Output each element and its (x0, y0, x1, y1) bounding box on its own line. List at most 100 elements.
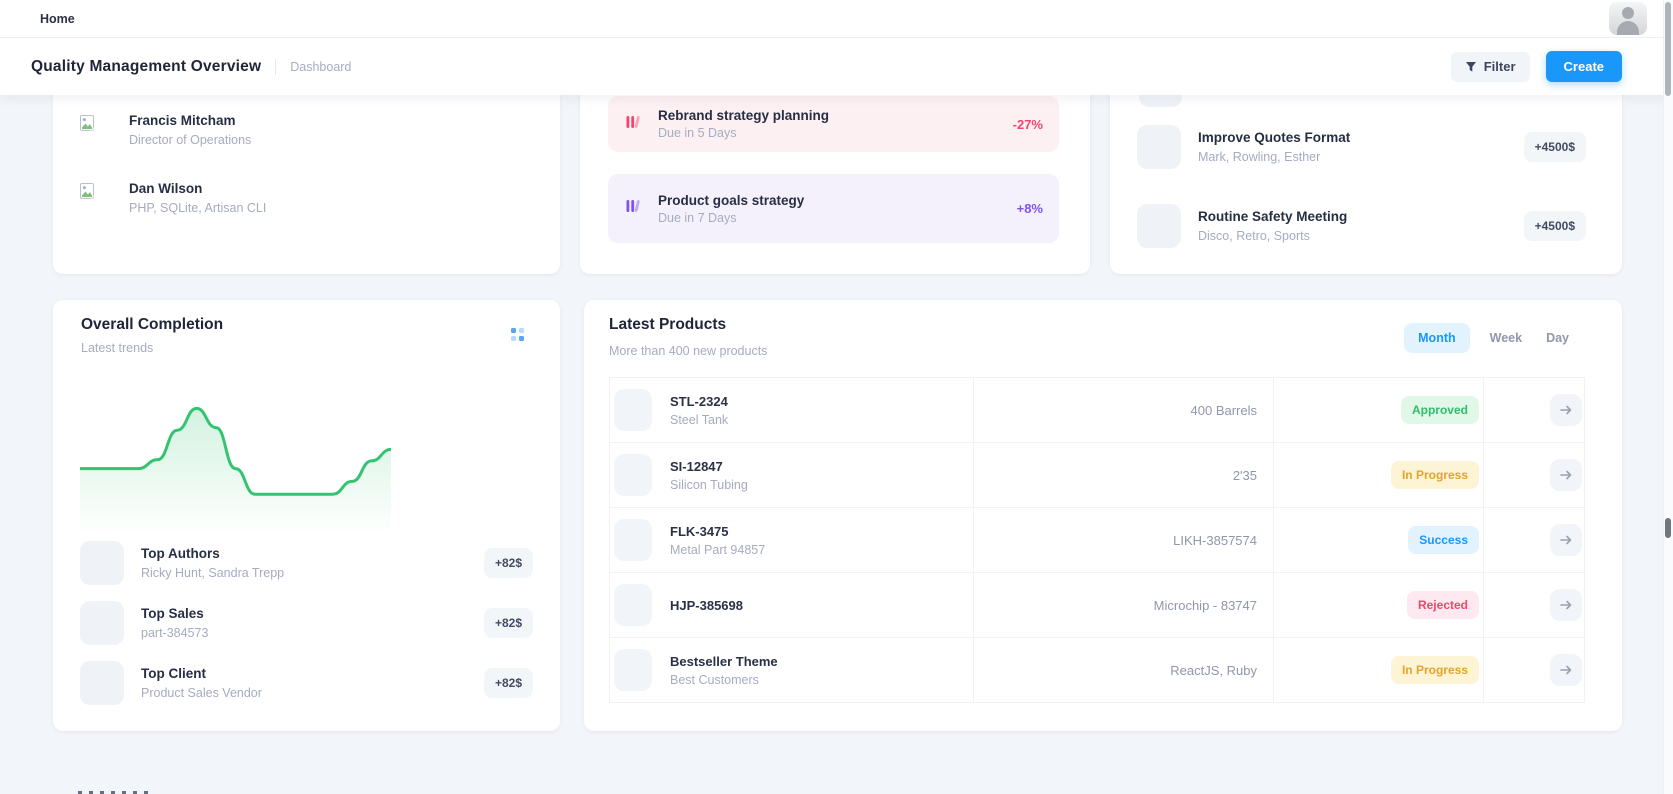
meeting-title: Routine Safety Meeting (1198, 209, 1348, 224)
status-badge: Rejected (1406, 591, 1479, 619)
arrow-right-icon (1560, 470, 1572, 480)
status-badge: In Progress (1390, 656, 1479, 684)
task-due: Due in 5 Days (658, 126, 737, 140)
amount-badge: +82$ (483, 668, 533, 698)
period-tabs: Month Week Day (1404, 323, 1581, 353)
table-row[interactable]: HJP-385698 Microchip - 83747 Rejected (610, 573, 1584, 638)
stat-subtitle: Product Sales Vendor (141, 686, 262, 700)
clipped-thumbnail (1139, 95, 1182, 107)
product-thumbnail (614, 454, 652, 496)
card-subtitle: Latest trends (81, 341, 154, 355)
filter-button-label: Filter (1483, 59, 1516, 74)
avatar-person-icon (1617, 21, 1639, 35)
tab-month[interactable]: Month (1404, 323, 1470, 353)
arrow-right-icon (1560, 535, 1572, 545)
team-member-row[interactable]: Dan Wilson PHP, SQLite, Artisan CLI (80, 181, 540, 215)
page-header: Quality Management Overview Dashboard Fi… (0, 38, 1673, 95)
product-code: SI-12847 (670, 458, 723, 474)
tab-week[interactable]: Week (1478, 331, 1534, 345)
home-link[interactable]: Home (40, 12, 75, 26)
latest-products-card: Latest Products More than 400 new produc… (584, 300, 1622, 731)
table-row[interactable]: STL-2324 Steel Tank 400 Barrels Approved (610, 378, 1584, 443)
card-title: Overall Completion (81, 316, 224, 333)
row-arrow-button[interactable] (1550, 459, 1582, 491)
product-value: 2'35 (974, 443, 1274, 507)
row-arrow-button[interactable] (1550, 524, 1582, 556)
table-row[interactable]: SI-12847 Silicon Tubing 2'35 In Progress (610, 443, 1584, 508)
meeting-people: Disco, Retro, Sports (1198, 229, 1310, 243)
stat-thumbnail (80, 661, 124, 705)
product-thumbnail (614, 584, 652, 626)
product-thumbnail (614, 389, 652, 431)
scrollbar-track[interactable] (1663, 0, 1673, 794)
card-title: Latest Products (609, 316, 727, 333)
stat-title: Top Client (141, 666, 206, 681)
amount-badge: +82$ (483, 608, 533, 638)
product-value: LIKH-3857574 (974, 508, 1274, 572)
overall-completion-card: Overall Completion Latest trends Top Aut… (53, 300, 560, 731)
product-name: Silicon Tubing (670, 477, 748, 492)
task-item[interactable]: Product goals strategy Due in 7 Days +8% (608, 174, 1059, 243)
member-role: Director of Operations (129, 133, 252, 147)
scrollbar-thumb[interactable] (1665, 2, 1671, 96)
meeting-item[interactable]: Routine Safety Meeting Disco, Retro, Spo… (1137, 204, 1586, 248)
product-value: ReactJS, Ruby (974, 638, 1274, 702)
broken-image-icon (80, 183, 95, 215)
meeting-item[interactable]: Improve Quotes Format Mark, Rowling, Est… (1137, 125, 1586, 169)
product-code: HJP-385698 (670, 597, 743, 613)
completion-chart (78, 395, 393, 535)
topbar: Home (0, 0, 1673, 38)
product-name: Steel Tank (670, 412, 729, 427)
filter-funnel-icon (1465, 61, 1477, 73)
stat-title: Top Sales (141, 606, 204, 621)
amount-badge: +82$ (483, 548, 533, 578)
stat-thumbnail (80, 541, 124, 585)
meeting-thumbnail (1137, 125, 1181, 169)
stat-item: Top Sales part-384573 +82$ (80, 601, 533, 645)
meeting-people: Mark, Rowling, Esther (1198, 150, 1321, 164)
member-name: Francis Mitcham (129, 113, 236, 128)
broken-image-icon (80, 115, 95, 147)
product-code: FLK-3475 (670, 523, 729, 539)
product-name: Best Customers (670, 672, 759, 687)
create-button[interactable]: Create (1545, 51, 1622, 82)
product-code: Bestseller Theme (670, 653, 778, 669)
stat-item: Top Client Product Sales Vendor +82$ (80, 661, 533, 705)
user-avatar[interactable] (1609, 2, 1647, 35)
tab-day[interactable]: Day (1534, 331, 1581, 345)
scrollbar-thumb[interactable] (1665, 518, 1671, 538)
arrow-right-icon (1560, 600, 1572, 610)
expand-dots-icon[interactable] (511, 328, 524, 341)
products-table: STL-2324 Steel Tank 400 Barrels Approved… (609, 377, 1585, 703)
task-title: Rebrand strategy planning (658, 108, 830, 123)
bar-chart-icon (625, 114, 641, 135)
stat-thumbnail (80, 601, 124, 645)
breadcrumb: Dashboard (290, 59, 352, 74)
table-row[interactable]: Bestseller Theme Best Customers ReactJS,… (610, 638, 1584, 703)
meeting-thumbnail (1137, 204, 1181, 248)
task-item[interactable]: Rebrand strategy planning Due in 5 Days … (608, 96, 1059, 152)
product-value: Microchip - 83747 (974, 573, 1274, 637)
avatar-person-icon (1622, 7, 1634, 19)
arrow-right-icon (1560, 405, 1572, 415)
product-code: STL-2324 (670, 393, 728, 409)
row-arrow-button[interactable] (1550, 394, 1582, 426)
task-change: +8% (1016, 201, 1043, 216)
status-badge: Approved (1400, 396, 1479, 424)
amount-badge: +4500$ (1523, 211, 1586, 241)
filter-button[interactable]: Filter (1450, 51, 1530, 82)
create-button-label: Create (1563, 59, 1604, 74)
arrow-right-icon (1560, 665, 1572, 675)
task-due: Due in 7 Days (658, 210, 737, 225)
status-badge: In Progress (1390, 461, 1479, 489)
table-row[interactable]: FLK-3475 Metal Part 94857 LIKH-3857574 S… (610, 508, 1584, 573)
row-arrow-button[interactable] (1550, 589, 1582, 621)
team-member-row[interactable]: Francis Mitcham Director of Operations (80, 113, 540, 147)
member-name: Dan Wilson (129, 181, 203, 196)
task-change: -27% (1012, 116, 1043, 132)
bar-chart-icon (625, 198, 641, 219)
member-role: PHP, SQLite, Artisan CLI (129, 201, 267, 215)
status-badge: Success (1408, 526, 1479, 554)
meeting-title: Improve Quotes Format (1198, 130, 1351, 145)
row-arrow-button[interactable] (1550, 654, 1582, 686)
